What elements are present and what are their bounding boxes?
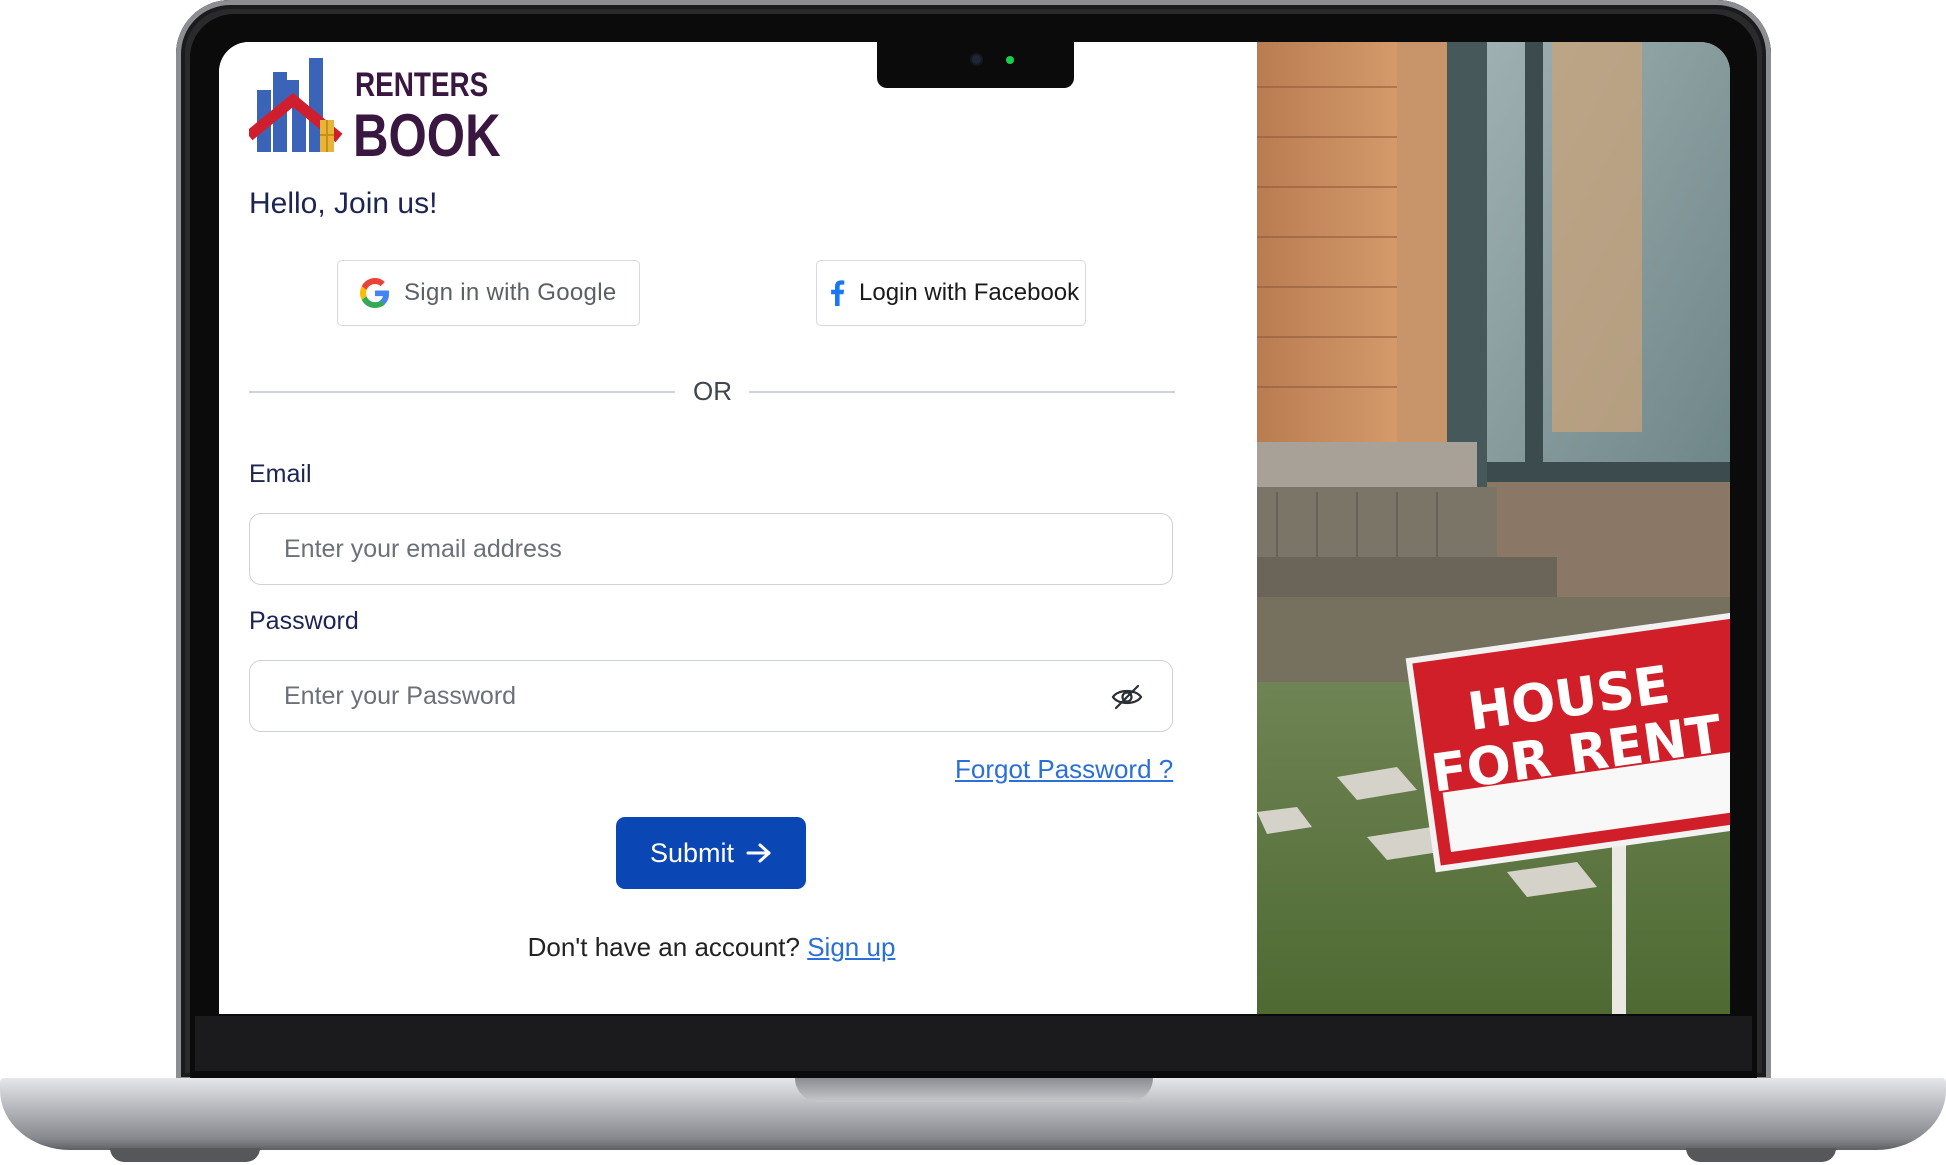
signup-link[interactable]: Sign up: [807, 932, 895, 962]
camera-lens-icon: [972, 55, 981, 64]
camera-indicator-led: [1006, 56, 1014, 64]
divider-line-left: [249, 391, 675, 393]
signup-prompt-row: Don't have an account? Sign up: [219, 932, 1204, 963]
signup-prompt-text: Don't have an account?: [527, 932, 800, 962]
laptop-screen: RENTERS BOOK Hello, Join us! Sign in wit…: [219, 42, 1730, 1014]
google-button-label: Sign in with Google: [404, 279, 617, 306]
submit-button[interactable]: Submit: [616, 817, 806, 889]
facebook-login-button[interactable]: Login with Facebook: [816, 260, 1086, 326]
laptop-foot-left: [110, 1148, 260, 1162]
bezel-bottom: [195, 1016, 1752, 1071]
laptop-foot-right: [1686, 1148, 1836, 1162]
email-label: Email: [249, 460, 312, 488]
or-divider-text: OR: [693, 376, 732, 406]
house-for-rent-photo: HOUSE FOR RENT: [1257, 42, 1730, 1014]
password-field-container: [249, 660, 1173, 732]
logo-text-renters: RENTERS: [355, 66, 489, 104]
facebook-button-label: Login with Facebook: [859, 279, 1080, 306]
house-logo-icon: [249, 58, 343, 152]
facebook-f-icon: [831, 280, 845, 306]
email-field-container: [249, 513, 1173, 585]
renters-book-logo[interactable]: RENTERS BOOK: [249, 58, 501, 168]
laptop-opening-notch: [795, 1078, 1153, 1102]
google-g-icon: [360, 278, 390, 308]
email-field[interactable]: [250, 514, 1172, 584]
password-label: Password: [249, 607, 359, 635]
password-field[interactable]: [250, 661, 1172, 731]
submit-button-label: Submit: [649, 837, 735, 868]
eye-slash-icon[interactable]: [1110, 683, 1144, 711]
camera-notch: [877, 42, 1074, 88]
login-panel: RENTERS BOOK Hello, Join us! Sign in wit…: [219, 42, 1257, 1014]
house-photo-image: HOUSE FOR RENT: [1257, 42, 1730, 1014]
page-title: Hello, Join us!: [249, 187, 438, 220]
forgot-password-link[interactable]: Forgot Password ?: [955, 754, 1173, 785]
divider-line-right: [749, 391, 1175, 393]
arrow-right-icon: [746, 842, 772, 864]
google-signin-button[interactable]: Sign in with Google: [337, 260, 640, 326]
logo-text-book: BOOK: [353, 102, 501, 169]
